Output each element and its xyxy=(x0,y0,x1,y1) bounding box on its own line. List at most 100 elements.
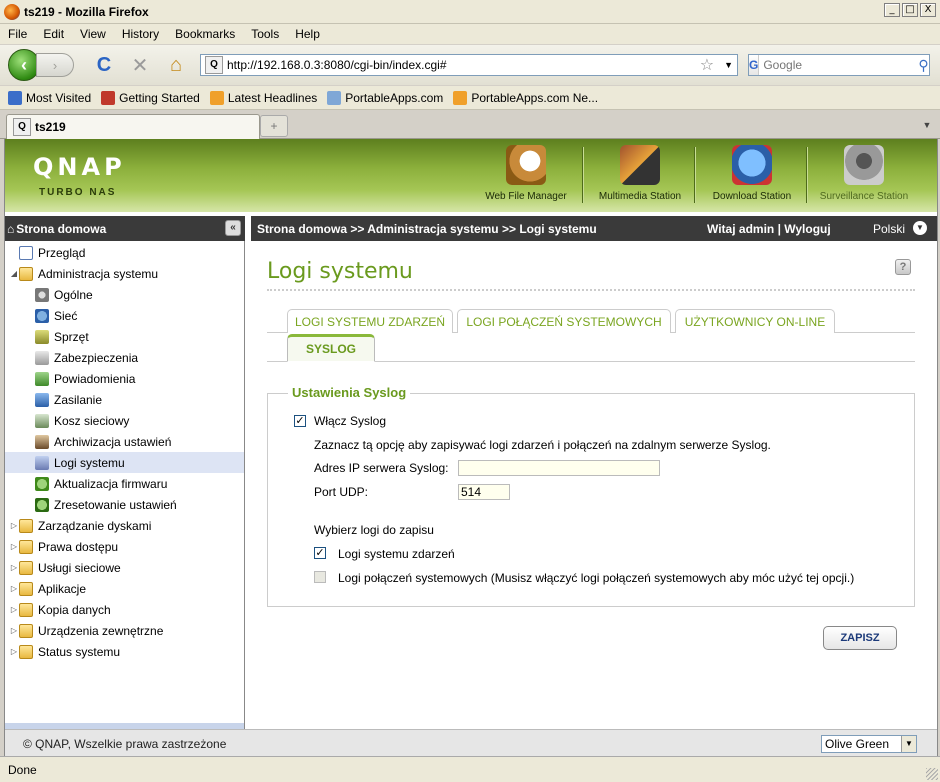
tree-item-sprzet[interactable]: Sprzęt xyxy=(25,326,244,347)
tree-item-aplikacje[interactable]: ▷ Aplikacje xyxy=(9,578,244,599)
tree-item-archiwizacja[interactable]: Archiwizacja ustawień xyxy=(25,431,244,452)
home-icon[interactable]: ⌂ xyxy=(162,51,190,79)
multimedia-station-icon xyxy=(620,145,660,185)
tree-item-kopia-danych[interactable]: ▷ Kopia danych xyxy=(9,599,244,620)
expand-arrow-icon[interactable]: ▷ xyxy=(9,521,19,530)
bookmark-star-icon[interactable]: ☆ xyxy=(700,55,714,75)
tab-connection-logs[interactable]: LOGI POŁĄCZEŃ SYSTEMOWYCH xyxy=(457,309,671,333)
web-file-manager-link[interactable]: Web File Manager xyxy=(471,145,581,209)
download-station-link[interactable]: Download Station xyxy=(697,145,807,209)
tree-item-kosz[interactable]: Kosz sieciowy xyxy=(25,410,244,431)
browser-tab[interactable]: Q ts219 xyxy=(6,114,260,139)
event-logs-checkbox[interactable]: ✓ xyxy=(314,547,326,559)
chevron-down-icon[interactable]: ▼ xyxy=(901,736,916,752)
tab-event-logs[interactable]: LOGI SYSTEMU ZDARZEŃ xyxy=(287,309,453,333)
hardware-icon xyxy=(35,329,49,344)
qnap-header: QNAP TURBO NAS Web File Manager Multimed… xyxy=(5,139,937,212)
tree-item-zabezpieczenia[interactable]: Zabezpieczenia xyxy=(25,347,244,368)
help-icon[interactable]: ? xyxy=(895,259,911,275)
close-button[interactable]: X xyxy=(920,3,936,17)
enable-syslog-checkbox[interactable]: ✓ xyxy=(294,415,306,427)
menu-history[interactable]: History xyxy=(122,27,159,41)
surveillance-station-link[interactable]: Surveillance Station xyxy=(809,145,919,209)
udp-port-input[interactable]: 514 xyxy=(458,484,510,500)
tab-favicon-icon: Q xyxy=(13,118,31,136)
tabs-row: LOGI SYSTEMU ZDARZEŃ LOGI POŁĄCZEŃ SYSTE… xyxy=(267,309,915,333)
collapse-panel-button[interactable]: « xyxy=(225,220,241,236)
bookmark-getting-started[interactable]: Getting Started xyxy=(101,90,200,105)
menu-help[interactable]: Help xyxy=(295,27,320,41)
tree-item-logi-systemu[interactable]: Logi systemu xyxy=(5,452,244,473)
save-button[interactable]: ZAPISZ xyxy=(823,626,897,650)
tree-item-zresetowanie[interactable]: Zresetowanie ustawień xyxy=(25,494,244,515)
tree-item-powiadomienia[interactable]: Powiadomienia xyxy=(25,368,244,389)
tree-item-administracja[interactable]: ◢ Administracja systemu xyxy=(9,263,244,284)
tab-online-users[interactable]: UŻYTKOWNICY ON-LINE xyxy=(675,309,835,333)
menu-tools[interactable]: Tools xyxy=(251,27,279,41)
tree-item-zarzadzanie-dyskami[interactable]: ▷ Zarządzanie dyskami xyxy=(9,515,244,536)
tree-item-zasilanie[interactable]: Zasilanie xyxy=(25,389,244,410)
minimize-button[interactable]: _ xyxy=(884,3,900,17)
search-input[interactable] xyxy=(759,58,919,72)
enable-syslog-label: Włącz Syslog xyxy=(314,414,387,428)
notification-icon xyxy=(35,371,49,386)
welcome-logout-link[interactable]: Witaj admin | Wyloguj xyxy=(707,222,831,236)
expand-arrow-icon[interactable]: ▷ xyxy=(9,584,19,593)
tree-item-ogolne[interactable]: Ogólne xyxy=(25,284,244,305)
tree-item-prawa-dostepu[interactable]: ▷ Prawa dostępu xyxy=(9,536,244,557)
bookmark-portableapps-news[interactable]: PortableApps.com Ne... xyxy=(453,90,598,105)
event-logs-label: Logi systemu zdarzeń xyxy=(338,547,455,561)
expand-arrow-icon[interactable]: ▷ xyxy=(9,542,19,551)
tree-item-siec[interactable]: Sieć xyxy=(25,305,244,326)
expand-arrow-icon[interactable]: ▷ xyxy=(9,647,19,656)
language-dropdown-icon[interactable]: ▼ xyxy=(913,221,927,235)
search-bar[interactable]: G ⚲ xyxy=(748,54,930,76)
menu-bookmarks[interactable]: Bookmarks xyxy=(175,27,235,41)
tree-item-urzadzenia[interactable]: ▷ Urządzenia zewnętrzne xyxy=(9,620,244,641)
bookmark-portableapps[interactable]: PortableApps.com xyxy=(327,90,443,105)
language-selector[interactable]: Polski xyxy=(873,222,905,236)
window-title: ts219 - Mozilla Firefox xyxy=(24,4,149,19)
menu-edit[interactable]: Edit xyxy=(43,27,64,41)
tree-item-status-systemu[interactable]: ▷ Status systemu xyxy=(9,641,244,662)
resize-grip-icon[interactable] xyxy=(926,768,938,780)
search-icon[interactable]: ⚲ xyxy=(918,57,928,74)
navigation-toolbar: ‹ › C ✕ ⌂ Q http://192.168.0.3:8080/cgi-… xyxy=(0,45,940,85)
menu-file[interactable]: File xyxy=(8,27,27,41)
bookmark-most-visited[interactable]: Most Visited xyxy=(8,90,91,105)
url-dropdown-icon[interactable]: ▼ xyxy=(724,60,733,70)
maximize-button[interactable]: □ xyxy=(902,3,918,17)
menu-view[interactable]: View xyxy=(80,27,106,41)
recycle-bin-icon xyxy=(35,413,49,428)
expand-arrow-icon[interactable]: ▷ xyxy=(9,626,19,635)
url-bar[interactable]: Q http://192.168.0.3:8080/cgi-bin/index.… xyxy=(200,54,738,76)
tree-item-uslugi-sieciowe[interactable]: ▷ Usługi sieciowe xyxy=(9,557,244,578)
right-panel-header: Strona domowa >> Administracja systemu >… xyxy=(251,216,937,241)
connection-logs-checkbox[interactable] xyxy=(314,571,326,583)
tab-list-dropdown-icon[interactable]: ▼ xyxy=(920,117,934,133)
forward-button[interactable]: › xyxy=(36,53,74,77)
theme-select[interactable]: Olive Green ▼ xyxy=(821,735,917,753)
search-engine-icon[interactable]: G xyxy=(749,55,760,75)
firefox-icon xyxy=(4,3,20,20)
tree-item-przeglad[interactable]: Przegląd xyxy=(9,242,244,263)
bookmark-latest-headlines[interactable]: Latest Headlines xyxy=(209,90,317,105)
expand-arrow-icon[interactable]: ▷ xyxy=(9,563,19,572)
main-content: Logi systemu ? LOGI SYSTEMU ZDARZEŃ LOGI… xyxy=(251,241,937,729)
status-bar: Done xyxy=(0,756,940,782)
reload-icon[interactable]: C xyxy=(90,51,118,79)
left-panel-title: Strona domowa xyxy=(16,221,107,236)
syslog-settings-fieldset: Ustawienia Syslog ✓ Włącz Syslog Zaznacz… xyxy=(267,385,915,607)
expand-arrow-icon[interactable]: ▷ xyxy=(9,605,19,614)
new-tab-button[interactable]: + xyxy=(260,115,288,137)
title-divider xyxy=(267,289,915,291)
url-text[interactable]: http://192.168.0.3:8080/cgi-bin/index.cg… xyxy=(227,58,700,72)
expand-arrow-icon[interactable]: ◢ xyxy=(9,269,19,278)
multimedia-station-link[interactable]: Multimedia Station xyxy=(585,145,695,209)
stop-icon[interactable]: ✕ xyxy=(126,51,154,79)
network-icon xyxy=(35,308,49,323)
tab-syslog[interactable]: SYSLOG xyxy=(287,334,375,362)
syslog-ip-input[interactable] xyxy=(458,460,660,476)
tree-item-aktualizacja[interactable]: Aktualizacja firmwaru xyxy=(25,473,244,494)
folder-icon xyxy=(19,581,33,596)
